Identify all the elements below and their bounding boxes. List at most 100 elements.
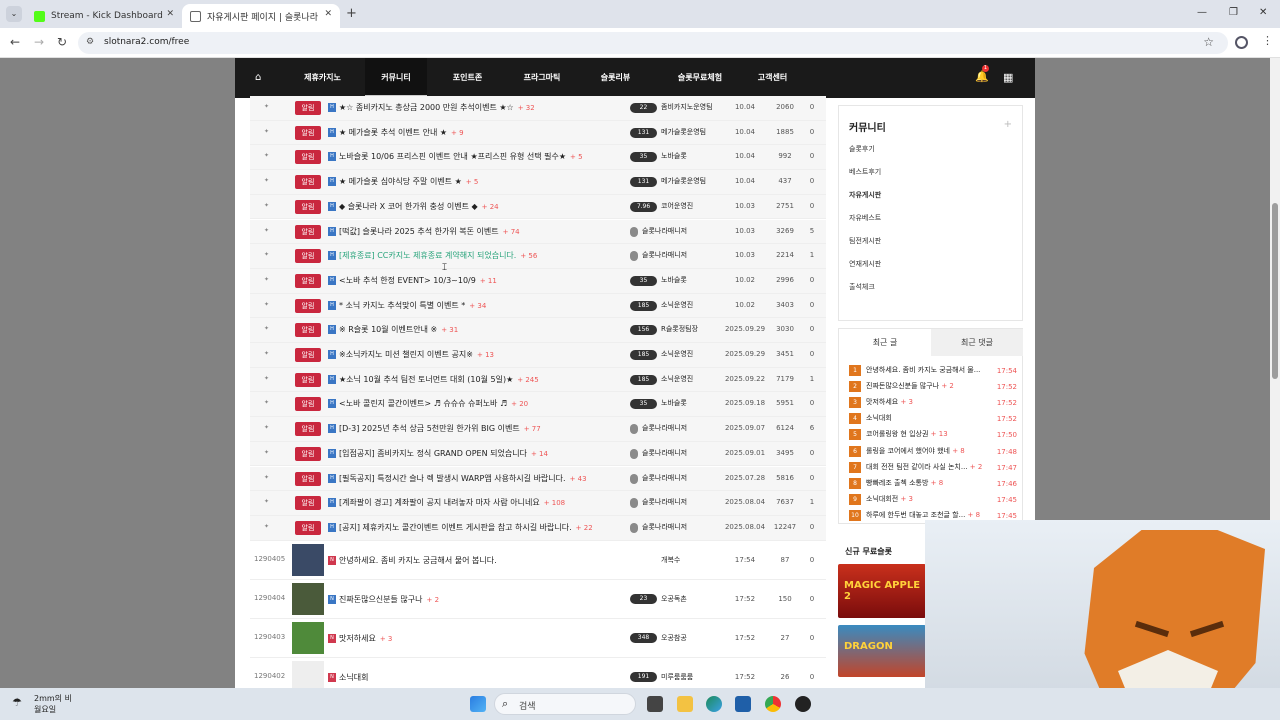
nav-customer-center[interactable]: 고객센터 — [745, 58, 800, 98]
game-banner-dragon[interactable]: DRAGON — [838, 625, 926, 677]
post-author[interactable]: 미루룸룸룸 — [661, 672, 693, 682]
notice-row[interactable]: ✦ 알림 H * 소닉 카지노 추석맞이 특별 이벤트 * + 34 185 소닉운영진 10… — [250, 293, 826, 319]
notice-row[interactable]: ✦ 알림 H ★ 메가슬롯 심야식당 주말 이벤트 ★ + 5 131 메가슬롯운영팀 10.… — [250, 170, 826, 195]
file-explorer-icon[interactable] — [677, 696, 693, 712]
menu-kebab-icon[interactable]: ⋮ — [1262, 34, 1273, 47]
nav-slot-review[interactable]: 슬롯리뷰 — [583, 58, 648, 98]
recent-post-item[interactable]: 8 빵빠레조 출첵 소통방 + 8 17:46 — [849, 477, 1019, 494]
post-author[interactable]: 개복수 — [661, 555, 680, 565]
notice-row[interactable]: ✦ 알림 H [떡값] 슬롯나라 2025 추석 한가위 복돈 이벤트 + 74 슬롯나라… — [250, 219, 826, 245]
sidebar-item-slot-review[interactable]: 슬롯후기 — [849, 144, 875, 154]
post-row[interactable]: 1290403 N 맛저하세요 + 3 348 오공참공 17:52 27 0 — [250, 618, 826, 658]
sidebar-item-free-board[interactable]: 자유게시판 — [849, 190, 881, 200]
post-author[interactable]: 슬롯나라매니저 — [642, 250, 687, 260]
post-thumbnail[interactable] — [292, 582, 324, 615]
post-title[interactable]: 안녕하세요. 좀비 카지노 궁금해서 물어 봅니다. — [339, 555, 501, 566]
sidebar-item-team-board[interactable]: 팀전게시판 — [849, 236, 881, 246]
close-icon[interactable]: ✕ — [166, 9, 174, 19]
post-thumbnail[interactable] — [292, 660, 324, 688]
edge-icon[interactable] — [706, 696, 722, 712]
back-icon[interactable]: ← — [10, 35, 20, 49]
notice-row[interactable]: ✦ 알림 H 노바슬롯 10/06 프리스핀 이벤트 안내 ★프리스핀 유형 선택 필… — [250, 145, 826, 171]
sidebar-item-attendance[interactable]: 출석체크 — [849, 282, 875, 292]
start-icon[interactable] — [470, 696, 486, 712]
recent-post-item[interactable]: 3 맛저하세요 + 3 17:52 — [849, 397, 1019, 413]
site-info-icon[interactable]: ⚙ — [86, 37, 94, 47]
post-title[interactable]: ★ 메가슬롯 심야식당 주말 이벤트 ★ + 5 — [339, 176, 478, 187]
post-row[interactable]: 1290404 N 진짜돈많으신분들 많구나 + 2 23 오공독촌 17:52 150 0 — [250, 579, 826, 619]
task-view-icon[interactable] — [647, 696, 663, 712]
post-title[interactable]: [입점공지] 좀비카지노 정식 GRAND OPEN 되었습니다 + 14 — [339, 448, 548, 459]
post-author[interactable]: 노바슬롯 — [661, 275, 687, 285]
close-icon[interactable]: ✕ — [324, 9, 332, 19]
weather-temp[interactable]: 2mm의 비 — [34, 693, 72, 704]
post-title[interactable]: [필독공지] 특정시간 슬나 렉 발생시 WARP앱 사용하시길 바랍니다. + … — [339, 473, 587, 484]
recent-post-item[interactable]: 6 롤링을 코어에서 했어야 했네 + 8 17:48 — [849, 445, 1019, 462]
forward-icon[interactable]: → — [34, 35, 44, 49]
post-title[interactable]: 노바슬롯 10/06 프리스핀 이벤트 안내 ★프리스핀 유형 선택 필수★ + … — [339, 151, 583, 162]
recent-post-item[interactable]: 5 코어롤링왕 현 입상권 + 13 17:50 — [849, 429, 1019, 445]
post-author[interactable]: 메가슬롯운영팀 — [661, 176, 706, 186]
post-title[interactable]: ※소닉카지노 미션 챌린지 이벤트 공지※ + 13 — [339, 349, 494, 360]
tab-kick-dashboard[interactable]: Stream - Kick Dashboard ✕ — [26, 4, 182, 28]
post-title[interactable]: ★소닉 10월 추석 팀전 토너먼트 대회 (10월 5일)★ + 245 — [339, 374, 539, 385]
home-icon[interactable]: ⌂ — [255, 72, 265, 83]
post-thumbnail[interactable] — [292, 621, 324, 654]
grid-menu-icon[interactable]: ▦ — [1003, 71, 1013, 84]
post-title[interactable]: * 소닉 카지노 추석맞이 특별 이벤트 * + 34 — [339, 300, 486, 311]
notice-row[interactable]: ✦ 알림 H [D-3] 2025년 추석 상금 5천만원 한가위 BIG 이벤트 + … — [250, 417, 826, 442]
post-title[interactable]: <노바 추석 한정 EVENT> 10/3~10/9 + 11 — [339, 275, 497, 286]
recent-post-item[interactable]: 9 소닉대회전 + 3 17:45 — [849, 493, 1019, 510]
new-tab-icon[interactable]: + — [346, 6, 357, 21]
notice-row[interactable]: ✦ 알림 H ※소닉카지노 미션 챌린지 이벤트 공지※ + 13 185 소닉운영진 202… — [250, 343, 826, 368]
notice-row[interactable]: ✦ 알림 H [공지] 제휴카지노 콜간이벤트 이벤트 게시판을 참고 하시길 바랍니… — [250, 515, 826, 541]
notice-row[interactable]: ✦ 알림 H [계좌팔이 경고] 계좌팔이 공지 내려놓자 마자 사람 아니네요 + 1… — [250, 491, 826, 516]
post-title[interactable]: ★ 메가슬롯 추석 이벤트 안내 ★ + 9 — [339, 127, 464, 138]
post-row[interactable]: 1290405 N 안녕하세요. 좀비 카지노 궁금해서 물어 봅니다. 개복수 17:… — [250, 540, 826, 580]
post-author[interactable]: 노바슬롯 — [661, 151, 687, 161]
recent-post-item[interactable]: 1 안녕하세요. 좀비 카지노 궁금해서 물... 17:54 — [849, 365, 1019, 381]
sidebar-item-series-board[interactable]: 연재게시판 — [849, 259, 881, 269]
notice-row[interactable]: ✦ 알림 H ◆ 슬롯나라 X 코어 한가위 충성 이벤트 ◆ + 24 7.96 코어운영… — [250, 194, 826, 220]
notice-row[interactable]: ✦ 알림 H ※ R슬롯 10월 이벤트안내 ※ + 31 156 R슬롯정팀장 2025.0… — [250, 318, 826, 343]
notice-row[interactable]: ✦ 알림 H <노바 추석 한정 EVENT> 10/3~10/9 + 11 35 노바슬롯… — [250, 268, 826, 294]
nav-community[interactable]: 커뮤니티 — [365, 58, 427, 98]
post-title[interactable]: ※ R슬롯 10월 이벤트안내 ※ + 31 — [339, 324, 458, 335]
post-title[interactable]: [제휴종료] CC카지노 제휴종료 계약해지 되었습니다. + 56 — [339, 250, 537, 261]
scrollbar-thumb[interactable] — [1272, 203, 1278, 379]
post-title[interactable]: [떡값] 슬롯나라 2025 추석 한가위 복돈 이벤트 + 74 — [339, 226, 520, 237]
tab-recent-comments[interactable]: 최근 댓글 — [931, 329, 1023, 356]
notice-row[interactable]: ✦ 알림 H [제휴종료] CC카지노 제휴종료 계약해지 되었습니다. + 56 슬롯나… — [250, 244, 826, 269]
post-author[interactable]: 슬롯나라매니저 — [642, 473, 687, 483]
recent-post-item[interactable]: 4 소닉대회 17:52 — [849, 413, 1019, 429]
store-icon[interactable] — [735, 696, 751, 712]
sidebar-item-free-best[interactable]: 자유베스트 — [849, 213, 881, 223]
bookmark-star-icon[interactable]: ☆ — [1203, 35, 1214, 49]
notice-row[interactable]: ✦ 알림 H [입점공지] 좀비카지노 정식 GRAND OPEN 되었습니다 + 14… — [250, 441, 826, 467]
game-banner-magic-apple[interactable]: MAGIC APPLE 2 — [838, 564, 926, 618]
url-field[interactable]: ⚙ slotnara2.com/free ☆ — [78, 32, 1228, 54]
bell-icon[interactable]: 🔔 — [975, 70, 989, 83]
post-thumbnail[interactable] — [292, 543, 324, 576]
nav-point-zone[interactable]: 포인트존 — [435, 58, 500, 98]
nav-partner-casino[interactable]: 제휴카지노 — [290, 58, 355, 98]
recent-post-item[interactable]: 2 진짜돈많으신분들 많구나 + 2 17:52 — [849, 381, 1019, 397]
post-author[interactable]: 오공참공 — [661, 633, 687, 643]
post-author[interactable]: 오공독촌 — [661, 594, 687, 604]
recent-post-item[interactable]: 7 대회 전전 팀전 같이라 사실 논치... + 2 17:47 — [849, 461, 1019, 478]
post-author[interactable]: R슬롯정팀장 — [661, 324, 698, 334]
post-author[interactable]: 슬롯나라매니저 — [642, 423, 687, 433]
tab-free-board[interactable]: 자유게시판 페이지 | 슬롯나라 ✕ — [182, 4, 340, 28]
post-author[interactable]: 소닉운영진 — [661, 300, 693, 310]
post-title[interactable]: 소닉대회 — [339, 672, 372, 683]
post-author[interactable]: 슬롯나라매니저 — [642, 226, 687, 236]
notice-row[interactable]: ✦ 알림 H <노바 콜린지 콜간이벤트> ♬ 슈슈슈 슈퍼노바 ♬ + 20 35 노바슬… — [250, 392, 826, 418]
tab-search-button[interactable]: ⌄ — [6, 6, 22, 22]
community-plus-icon[interactable]: + — [1004, 119, 1012, 130]
post-title[interactable]: <노바 콜린지 콜간이벤트> ♬ 슈슈슈 슈퍼노바 ♬ + 20 — [339, 398, 528, 409]
post-title[interactable]: [D-3] 2025년 추석 상금 5천만원 한가위 BIG 이벤트 + 77 — [339, 423, 541, 434]
notice-row[interactable]: ✦ 알림 H [필독공지] 특정시간 슬나 렉 발생시 WARP앱 사용하시길 바랍니… — [250, 466, 826, 492]
post-author[interactable]: 소닉운영진 — [661, 349, 693, 359]
post-author[interactable]: 슬롯나라매니저 — [642, 497, 687, 507]
post-author[interactable]: 메가슬롯운영팀 — [661, 127, 706, 137]
